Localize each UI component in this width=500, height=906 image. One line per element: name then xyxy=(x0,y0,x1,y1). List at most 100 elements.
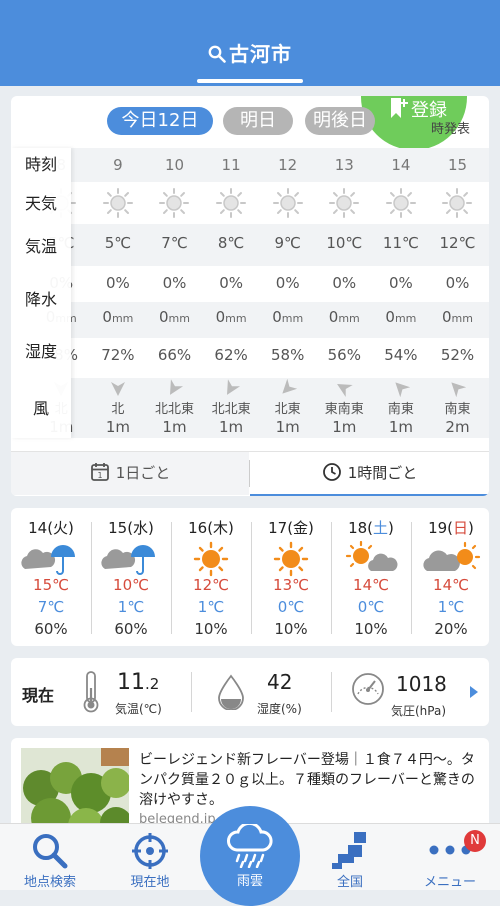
nav-menu-label: メニュー xyxy=(423,875,476,890)
location-title[interactable]: 古河市 xyxy=(0,38,500,67)
tab-hourly-label: 1時間ごと xyxy=(347,464,418,482)
current-temp-value: 11.2 xyxy=(117,670,160,695)
notification-badge: N xyxy=(464,830,486,852)
weekly-day[interactable]: 14(火) 15℃ 7℃ 60% xyxy=(11,508,91,646)
wind-arrow-cell xyxy=(259,378,316,400)
cloud-rain-icon xyxy=(21,541,81,577)
weekly-date: 16(木) xyxy=(188,519,234,537)
chevron-right-icon[interactable] xyxy=(469,686,479,698)
row-label-humidity: 湿度 xyxy=(24,342,57,361)
interval-tabs: 1 1日ごと 1時間ごと xyxy=(11,451,489,496)
weekly-high-temp: 12℃ xyxy=(193,576,229,594)
search-icon xyxy=(208,45,226,63)
tab-daily[interactable]: 1 1日ごと xyxy=(11,452,249,495)
nav-search[interactable]: 地点検索 xyxy=(0,824,100,890)
tab-daily-label: 1日ごと xyxy=(115,464,171,482)
hourly-grid[interactable]: 85℃0%0mm78%北1m95℃0%0mm72%北1m107℃0%0mm66%… xyxy=(11,148,489,438)
ad-text[interactable]: ビーレジェンド新フレーバー登場｜１食７４円〜。タンパク質量２０ｇ以上。７種類のフ… xyxy=(139,750,481,810)
humidity-cell: 72% xyxy=(101,346,135,364)
weekly-divider xyxy=(331,522,332,634)
wind-arrow-cell xyxy=(429,380,486,400)
current-humidity-label: 湿度(%) xyxy=(257,702,302,716)
weekly-high-temp: 10℃ xyxy=(113,576,149,594)
nav-rain-radar[interactable]: 雨雲 xyxy=(200,806,300,906)
divider xyxy=(191,672,192,712)
nav-national[interactable]: 全国 xyxy=(300,824,400,890)
weekly-high-temp: 13℃ xyxy=(273,576,309,594)
weekly-low-temp: 1℃ xyxy=(437,598,465,616)
nav-national-label: 全国 xyxy=(336,875,363,890)
thermometer-icon xyxy=(83,671,99,713)
weekly-forecast-card[interactable]: 14(火) 15℃ 7℃ 60% 15(水) 10℃ 1℃ 60% 16(木) 12℃ 1℃ 10% 1… xyxy=(11,508,489,646)
nav-menu[interactable]: メニュー xyxy=(400,824,500,890)
weekly-pop: 60% xyxy=(34,620,68,638)
weekly-day[interactable]: 18(土) 14℃ 0℃ 10% xyxy=(331,508,411,646)
rain-amount-cell: 0mm xyxy=(441,308,473,326)
hour-cell: 11 xyxy=(221,156,241,174)
wind-speed-cell: 1m xyxy=(162,418,187,436)
weekly-day[interactable]: 19(日) 14℃ 1℃ 20% xyxy=(411,508,491,646)
wind-arrow-icon xyxy=(282,378,297,394)
wind-arrow-icon xyxy=(227,379,241,395)
weekly-low-temp: 7℃ xyxy=(37,598,65,616)
weekly-high-temp: 14℃ xyxy=(353,576,389,594)
nav-current-location[interactable]: 現在地 xyxy=(100,824,200,890)
rain-amount-cell: 0mm xyxy=(385,308,417,326)
pop-cell: 0% xyxy=(275,274,300,292)
japan-map-icon xyxy=(332,832,366,869)
humidity-cell: 54% xyxy=(384,346,418,364)
weekly-date: 17(金) xyxy=(268,519,314,537)
wind-arrow-cell xyxy=(373,380,430,400)
hour-cell: 14 xyxy=(391,156,411,174)
sun-icon xyxy=(272,188,303,218)
weekly-date: 14(火) xyxy=(28,519,74,537)
weekly-day[interactable]: 16(木) 12℃ 1℃ 10% xyxy=(171,508,251,646)
row-label-wind: 風 xyxy=(32,399,49,418)
weekly-divider xyxy=(251,522,252,634)
sun-icon xyxy=(216,188,247,218)
wind-arrow-cell xyxy=(90,380,147,400)
weekly-divider xyxy=(411,522,412,634)
rain-amount-cell: 0mm xyxy=(158,308,190,326)
sun-icon xyxy=(159,188,190,218)
wind-speed-cell: 1m xyxy=(275,418,300,436)
release-time: 時発表 xyxy=(431,122,471,137)
hour-cell: 12 xyxy=(278,156,298,174)
wind-speed-cell: 1m xyxy=(219,418,244,436)
temp-cell: 9℃ xyxy=(274,234,301,252)
divider xyxy=(331,672,332,712)
pop-cell: 0% xyxy=(332,274,357,292)
tab-today[interactable]: 今日12日 xyxy=(107,107,213,135)
rain-amount-cell: 0mm xyxy=(215,308,247,326)
weather-cell xyxy=(203,188,260,222)
cloud-sun-icon xyxy=(421,541,481,577)
weekly-low-temp: 1℃ xyxy=(197,598,225,616)
hour-cell: 10 xyxy=(164,156,185,174)
weekly-date: 19(日) xyxy=(428,519,474,537)
wind-dir-cell: 南東 xyxy=(387,402,414,417)
row-label-column: 時刻 天気 気温 降水 湿度 風 xyxy=(11,148,71,438)
wind-arrow-icon xyxy=(170,379,184,395)
wind-arrow-cell xyxy=(316,380,373,400)
current-conditions-card: 現在 11.2 気温(℃) 42 湿度(%) 1018 気圧(hPa) xyxy=(11,658,489,726)
sun-icon xyxy=(102,188,133,218)
temp-cell: 7℃ xyxy=(161,234,188,252)
weather-cell xyxy=(259,188,316,222)
weekly-divider xyxy=(91,522,92,634)
wind-arrow-cell xyxy=(203,379,260,400)
sun-icon xyxy=(385,188,416,218)
rain-amount-cell: 0mm xyxy=(102,308,134,326)
clock-icon xyxy=(322,463,341,481)
sun-icon xyxy=(261,541,321,577)
humidity-cell: 58% xyxy=(271,346,305,364)
row-label-precip: 降水 xyxy=(24,290,57,309)
tab-day-after-tomorrow[interactable]: 明後日 xyxy=(305,107,375,135)
sun-icon xyxy=(442,188,473,218)
svg-text:1: 1 xyxy=(97,471,102,480)
tab-tomorrow[interactable]: 明日 xyxy=(223,107,293,135)
weekly-day[interactable]: 17(金) 13℃ 0℃ 10% xyxy=(251,508,331,646)
cloud-rain-icon xyxy=(101,541,161,577)
tab-hourly[interactable]: 1時間ごと xyxy=(250,452,489,496)
wind-dir-cell: 東南東 xyxy=(324,402,364,417)
weekly-day[interactable]: 15(水) 10℃ 1℃ 60% xyxy=(91,508,171,646)
